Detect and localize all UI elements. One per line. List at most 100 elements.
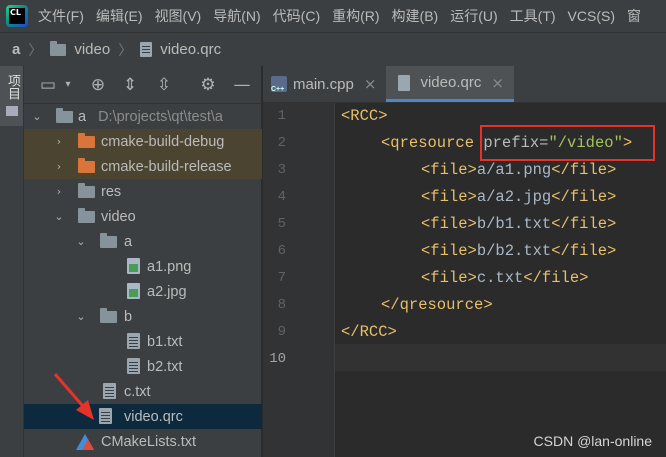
- chevron-down-icon[interactable]: ⌄: [76, 236, 86, 247]
- tree-row-b1-txt[interactable]: b1.txt: [24, 329, 262, 354]
- tree-row-folder-b[interactable]: ⌄ b: [24, 304, 262, 329]
- folder-icon: [78, 183, 95, 198]
- chevron-down-icon[interactable]: ▾: [58, 75, 78, 95]
- tree-item-label: video: [101, 208, 136, 225]
- tree-item-label: a2.jpg: [147, 283, 187, 300]
- tree-row-root[interactable]: ⌄ a D:\projects\qt\test\a: [24, 104, 262, 129]
- tree-row-a2-jpg[interactable]: a2.jpg: [24, 279, 262, 304]
- tree-root-label: a: [78, 108, 87, 125]
- qrc-file-icon: [140, 42, 153, 57]
- breadcrumb-separator: 〉: [118, 41, 133, 58]
- folder-icon: [78, 133, 95, 148]
- highlight-box: [480, 125, 655, 161]
- tree-row-b2-txt[interactable]: b2.txt: [24, 354, 262, 379]
- chevron-down-icon[interactable]: ⌄: [54, 211, 64, 222]
- breadcrumb: a 〉 video 〉 video.qrc: [0, 32, 666, 66]
- line-number: 7: [277, 270, 286, 286]
- tree-item-label: a1.png: [147, 258, 192, 275]
- breadcrumb-root[interactable]: a: [12, 41, 20, 58]
- tree-row-folder-a[interactable]: ⌄ a: [24, 229, 262, 254]
- folder-icon: [100, 233, 117, 248]
- cpp-file-icon: [271, 76, 287, 93]
- line-number: 9: [277, 324, 286, 340]
- gear-icon[interactable]: ⚙: [198, 75, 218, 95]
- breadcrumb-folder[interactable]: video: [74, 41, 110, 58]
- menu-code[interactable]: 代码(C): [273, 6, 320, 26]
- chevron-right-icon[interactable]: ›: [54, 136, 64, 147]
- tree-item-label: cmake-build-release: [101, 158, 232, 175]
- tree-row-cmake-build-debug[interactable]: › cmake-build-debug: [24, 129, 262, 154]
- code-line: <file>b/b2.txt</file>: [421, 242, 617, 260]
- menu-vcs[interactable]: VCS(S): [568, 8, 615, 24]
- menu-navigate[interactable]: 导航(N): [213, 6, 260, 26]
- project-view-icon[interactable]: ▭: [38, 75, 58, 95]
- tab-main-cpp[interactable]: main.cpp ×: [263, 66, 386, 102]
- tree-item-label: res: [101, 183, 122, 200]
- tree-row-cmake-build-release[interactable]: › cmake-build-release: [24, 154, 262, 179]
- tree-item-label: video.qrc: [124, 408, 183, 425]
- chevron-right-icon[interactable]: ›: [54, 186, 64, 197]
- editor-tab-bar: main.cpp × video.qrc ×: [263, 66, 666, 103]
- tree-item-label: c.txt: [124, 383, 151, 400]
- menu-build[interactable]: 构建(B): [392, 6, 439, 26]
- tab-label: video.qrc: [420, 74, 482, 91]
- image-file-icon: [127, 258, 140, 274]
- line-number: 1: [277, 108, 286, 124]
- line-number: 8: [277, 297, 286, 313]
- menu-bar: CL 文件(F) 编辑(E) 视图(V) 导航(N) 代码(C) 重构(R) 构…: [0, 0, 666, 32]
- line-number: 4: [277, 189, 286, 205]
- menu-view[interactable]: 视图(V): [155, 6, 202, 26]
- code-line: <file>a/a2.jpg</file>: [421, 188, 617, 206]
- tab-video-qrc[interactable]: video.qrc ×: [386, 66, 514, 102]
- tree-row-video[interactable]: ⌄ video: [24, 204, 262, 229]
- menu-window[interactable]: 窗: [627, 6, 641, 26]
- tree-row-c-txt[interactable]: c.txt: [24, 379, 262, 404]
- text-file-icon: [127, 333, 140, 349]
- chevron-down-icon[interactable]: ⌄: [32, 111, 42, 122]
- tree-row-res[interactable]: › res: [24, 179, 262, 204]
- tree-item-label: b: [124, 308, 133, 325]
- folder-icon: [56, 108, 73, 123]
- chevron-down-icon[interactable]: ⌄: [76, 311, 86, 322]
- menu-edit[interactable]: 编辑(E): [96, 6, 143, 26]
- menu-refactor[interactable]: 重构(R): [332, 6, 379, 26]
- folder-icon: [100, 308, 117, 323]
- breadcrumb-file[interactable]: video.qrc: [160, 41, 221, 58]
- text-file-icon: [103, 383, 116, 399]
- tree-row-cmakelists[interactable]: CMakeLists.txt: [24, 429, 262, 454]
- code-line: <file>b/b1.txt</file>: [421, 215, 617, 233]
- close-icon[interactable]: ×: [364, 75, 377, 93]
- cmake-icon: [76, 434, 94, 450]
- line-number: 2: [277, 135, 286, 151]
- text-file-icon: [127, 358, 140, 374]
- logo-text: CL: [9, 8, 25, 24]
- folder-icon: [50, 40, 67, 56]
- tree-row-video-qrc[interactable]: video.qrc: [24, 404, 262, 429]
- collapse-all-icon[interactable]: ⇳: [154, 75, 174, 95]
- line-number: 3: [277, 162, 286, 178]
- line-number-current: 10: [269, 351, 286, 367]
- close-icon[interactable]: ×: [491, 74, 504, 92]
- menu-tools[interactable]: 工具(T): [510, 6, 556, 26]
- expand-all-icon[interactable]: ⇕: [120, 75, 140, 95]
- tree-row-a1-png[interactable]: a1.png: [24, 254, 262, 279]
- locate-icon[interactable]: ⊕: [88, 75, 108, 95]
- folder-icon: [78, 158, 95, 173]
- tree-item-label: a: [124, 233, 133, 250]
- qrc-file-icon: [398, 74, 411, 91]
- minimize-icon[interactable]: —: [232, 75, 252, 95]
- code-line: <file>a/a1.png</file>: [421, 161, 617, 179]
- chevron-right-icon[interactable]: ›: [54, 161, 64, 172]
- code-line: </qresource>: [381, 296, 493, 314]
- menu-file[interactable]: 文件(F): [38, 6, 84, 26]
- line-number-gutter: 1 2 3 4 5 6 7 8 9 10: [263, 103, 335, 457]
- image-file-icon: [127, 283, 140, 299]
- project-tool-tab[interactable]: 项目: [0, 66, 23, 126]
- left-tool-strip: 项目: [0, 66, 24, 457]
- tree-item-label: b1.txt: [147, 333, 183, 350]
- project-toolbar: ▭ ▾ ⊕ ⇕ ⇳ ⚙ —: [24, 66, 261, 104]
- code-line: <RCC>: [341, 107, 388, 125]
- tree-root-path: D:\projects\qt\test\a: [98, 108, 223, 125]
- tree-item-label: b2.txt: [147, 358, 183, 375]
- menu-run[interactable]: 运行(U): [450, 6, 497, 26]
